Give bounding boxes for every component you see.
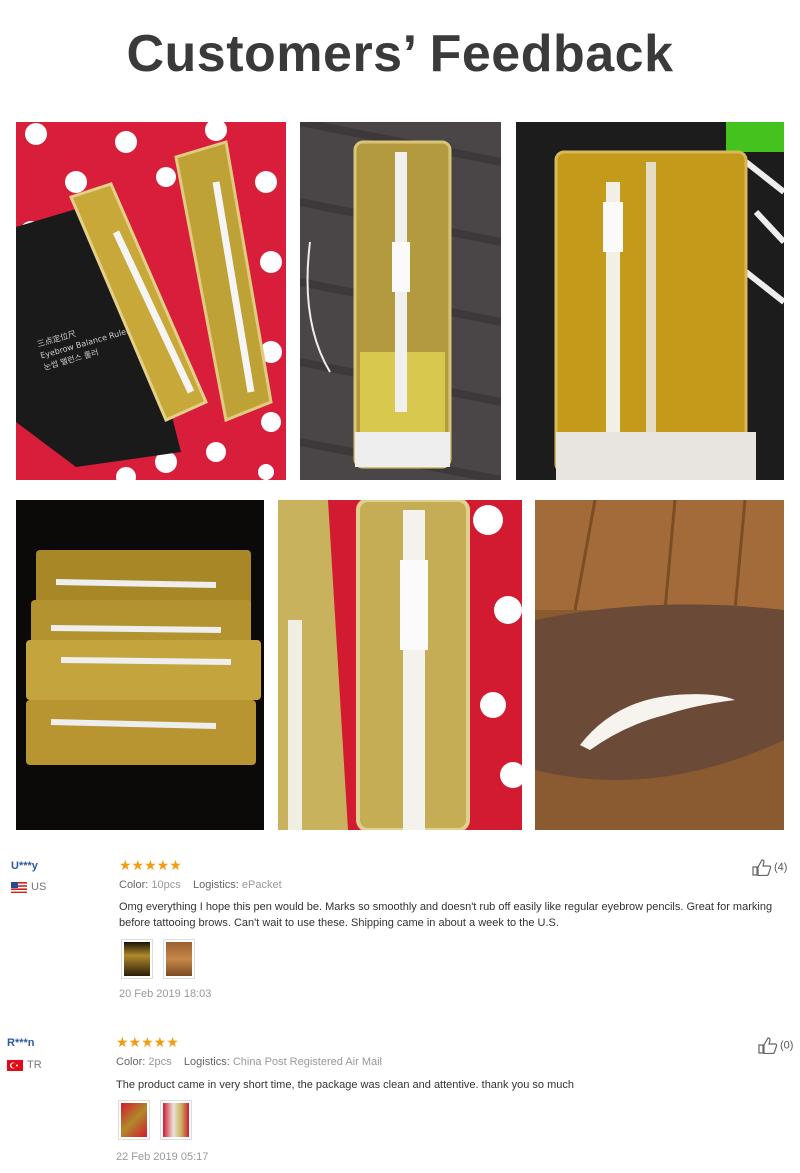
logistics-label: Logistics: <box>183 1056 230 1068</box>
review-meta: Color: 10pcs Logistics: ePacket <box>119 879 282 891</box>
photo-pen-dark-fabric[interactable] <box>300 122 501 480</box>
review-thumbnail[interactable] <box>163 939 195 979</box>
tr-flag-icon <box>7 1059 23 1071</box>
review-text: The product came in very short time, the… <box>116 1079 574 1091</box>
review-thumbnail[interactable] <box>121 939 153 979</box>
photo-pen-gold-pack-red-dots[interactable] <box>278 500 522 830</box>
reviewer-country: TR <box>7 1059 42 1071</box>
country-code: TR <box>27 1059 42 1071</box>
color-label: Color: <box>119 879 149 891</box>
logistics-value: ePacket <box>241 879 282 891</box>
review-thumbnail[interactable] <box>118 1100 150 1140</box>
reviewer-name[interactable]: R***n <box>7 1037 35 1049</box>
review-meta: Color: 2pcs Logistics: China Post Regist… <box>116 1056 382 1068</box>
helpful-button[interactable]: (4) <box>752 859 787 876</box>
photo-pens-red-polka-dot-box[interactable]: 三点定位尺 Eyebrow Balance Ruler 눈썹 밸런스 룰러 <box>16 122 286 480</box>
reviewer-name[interactable]: U***y <box>11 860 38 872</box>
page-title: Customers’ Feedback <box>126 25 674 83</box>
photo-eyebrow-drawn-on-arm[interactable] <box>535 500 784 830</box>
photo-four-pens-gold-packs[interactable] <box>16 500 264 830</box>
country-code: US <box>31 881 47 893</box>
thumbs-up-icon <box>752 859 772 876</box>
review-thumbnail[interactable] <box>160 1100 192 1140</box>
us-flag-icon <box>11 881 27 893</box>
like-count: (0) <box>780 1039 794 1052</box>
star-rating: ★★★★★ <box>116 1034 179 1050</box>
review-date: 22 Feb 2019 05:17 <box>116 1151 209 1163</box>
star-rating: ★★★★★ <box>119 857 182 873</box>
color-value: 2pcs <box>148 1056 172 1068</box>
logistics-value: China Post Registered Air Mail <box>232 1056 382 1068</box>
reviewer-country: US <box>11 881 46 893</box>
logistics-label: Logistics: <box>193 879 239 891</box>
review-text: Omg everything I hope this pen would be.… <box>119 901 773 929</box>
color-value: 10pcs <box>151 879 181 891</box>
helpful-button[interactable]: (0) <box>758 1037 793 1054</box>
thumbs-up-icon <box>758 1037 778 1054</box>
photo-pen-dark-background[interactable] <box>516 122 784 480</box>
like-count: (4) <box>774 861 788 874</box>
review-date: 20 Feb 2019 18:03 <box>119 988 212 1000</box>
color-label: Color: <box>116 1056 146 1068</box>
